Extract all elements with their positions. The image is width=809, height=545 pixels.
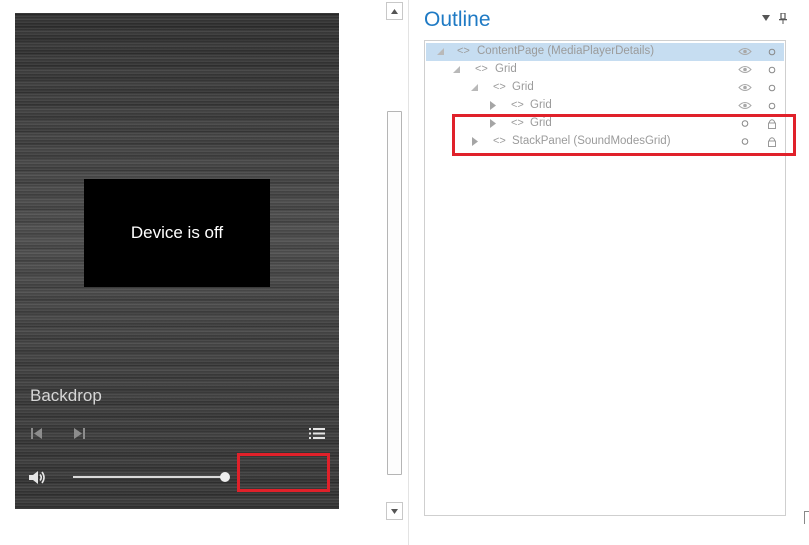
device-status-text: Device is off [130, 223, 224, 242]
outline-tree: <> ContentPage (MediaPlayerDetails) <> G… [424, 40, 786, 516]
vertical-scrollbar[interactable] [386, 2, 403, 520]
element-tag-icon: <> [475, 63, 488, 75]
playlist-button[interactable] [308, 426, 326, 440]
arrow-down-icon [391, 508, 398, 514]
collapse-arrow-icon[interactable] [453, 65, 461, 74]
eye-icon[interactable] [738, 47, 752, 56]
volume-slider-track[interactable] [73, 476, 225, 478]
collapse-arrow-icon[interactable] [471, 83, 479, 92]
tree-row-label: ContentPage (MediaPlayerDetails) [477, 45, 655, 57]
lock-toggle-circle-icon[interactable] [767, 82, 777, 93]
lock-toggle-circle-icon[interactable] [767, 46, 777, 57]
panel-menu-icon[interactable] [762, 15, 770, 21]
sound-modes-highlight [237, 453, 330, 492]
outline-title: Outline [424, 8, 491, 31]
outline-highlight [452, 114, 796, 156]
eye-icon[interactable] [738, 65, 752, 74]
lock-toggle-circle-icon[interactable] [767, 100, 777, 111]
tree-row[interactable]: <> ContentPage (MediaPlayerDetails) [426, 43, 784, 61]
device-preview: Device is off Backdrop [15, 13, 339, 509]
tree-row-label: Grid [530, 99, 552, 111]
scroll-up-button[interactable] [386, 2, 403, 20]
tree-row[interactable]: <> Grid [426, 97, 784, 115]
lock-toggle-circle-icon[interactable] [767, 64, 777, 75]
pin-icon[interactable] [779, 13, 787, 24]
element-tag-icon: <> [493, 81, 506, 93]
volume-button[interactable] [28, 469, 46, 485]
skip-next-button[interactable] [71, 426, 87, 440]
arrow-up-icon [391, 8, 398, 14]
expand-arrow-icon[interactable] [489, 101, 497, 110]
playlist-icon [309, 427, 325, 439]
scroll-down-button[interactable] [386, 502, 403, 520]
eye-icon[interactable] [738, 83, 752, 92]
volume-icon [28, 470, 45, 484]
skip-next-icon [74, 427, 85, 439]
element-tag-icon: <> [511, 99, 524, 111]
tree-row-label: Grid [512, 81, 534, 93]
volume-slider-thumb[interactable] [220, 472, 230, 482]
tree-row[interactable]: <> Grid [426, 61, 784, 79]
scroll-thumb[interactable] [387, 111, 402, 475]
tree-row[interactable]: <> Grid [426, 79, 784, 97]
element-tag-icon: <> [457, 45, 470, 57]
resize-corner [804, 511, 809, 524]
collapse-arrow-icon[interactable] [437, 47, 445, 56]
tree-row-label: Grid [495, 63, 517, 75]
panel-divider [408, 0, 409, 545]
skip-previous-button[interactable] [29, 426, 45, 440]
backdrop-label: Backdrop [30, 386, 102, 405]
device-status-overlay: Device is off [84, 179, 270, 287]
skip-previous-icon [31, 427, 42, 439]
eye-icon[interactable] [738, 101, 752, 110]
